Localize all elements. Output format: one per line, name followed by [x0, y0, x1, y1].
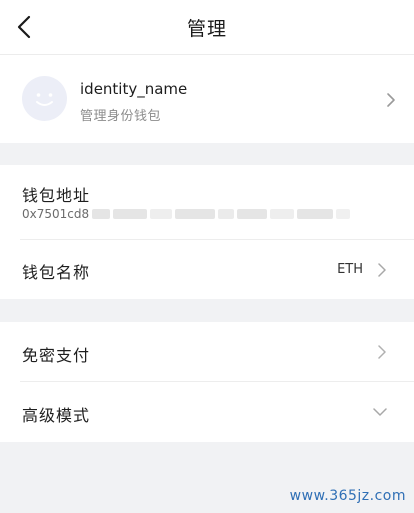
- password-free-payment-row[interactable]: 免密支付: [0, 322, 414, 381]
- page-title: 管理: [186, 18, 227, 40]
- wallet-address-value[interactable]: 0x7501cd8: [22, 207, 89, 221]
- address-redaction: [92, 208, 350, 220]
- chevron-right-icon: [387, 93, 395, 107]
- wallet-name-value: ETH: [337, 262, 363, 277]
- wallet-address-label: 钱包地址: [22, 186, 91, 205]
- chevron-down-icon[interactable]: [372, 407, 388, 417]
- identity-profile-row[interactable]: identity_name 管理身份钱包: [0, 55, 414, 143]
- identity-name: identity_name: [80, 80, 188, 98]
- avatar: [22, 76, 67, 121]
- wallet-info-section: 钱包地址 0x7501cd8 钱包名称 ETH: [0, 165, 414, 299]
- wallet-name-row[interactable]: 钱包名称 ETH: [0, 240, 414, 299]
- chevron-right-icon: [378, 345, 386, 359]
- top-nav-bar: 管理: [0, 0, 414, 55]
- watermark-text: www.365jz.com: [289, 488, 406, 504]
- password-free-payment-label: 免密支付: [22, 346, 91, 365]
- advanced-mode-label: 高级模式: [22, 406, 91, 425]
- smiley-face-icon: [36, 93, 53, 106]
- advanced-mode-row[interactable]: 高级模式: [0, 382, 414, 442]
- wallet-name-label: 钱包名称: [22, 263, 91, 282]
- chevron-right-icon: [378, 263, 386, 277]
- settings-section: 免密支付 高级模式: [0, 322, 414, 442]
- identity-subtitle: 管理身份钱包: [80, 109, 162, 124]
